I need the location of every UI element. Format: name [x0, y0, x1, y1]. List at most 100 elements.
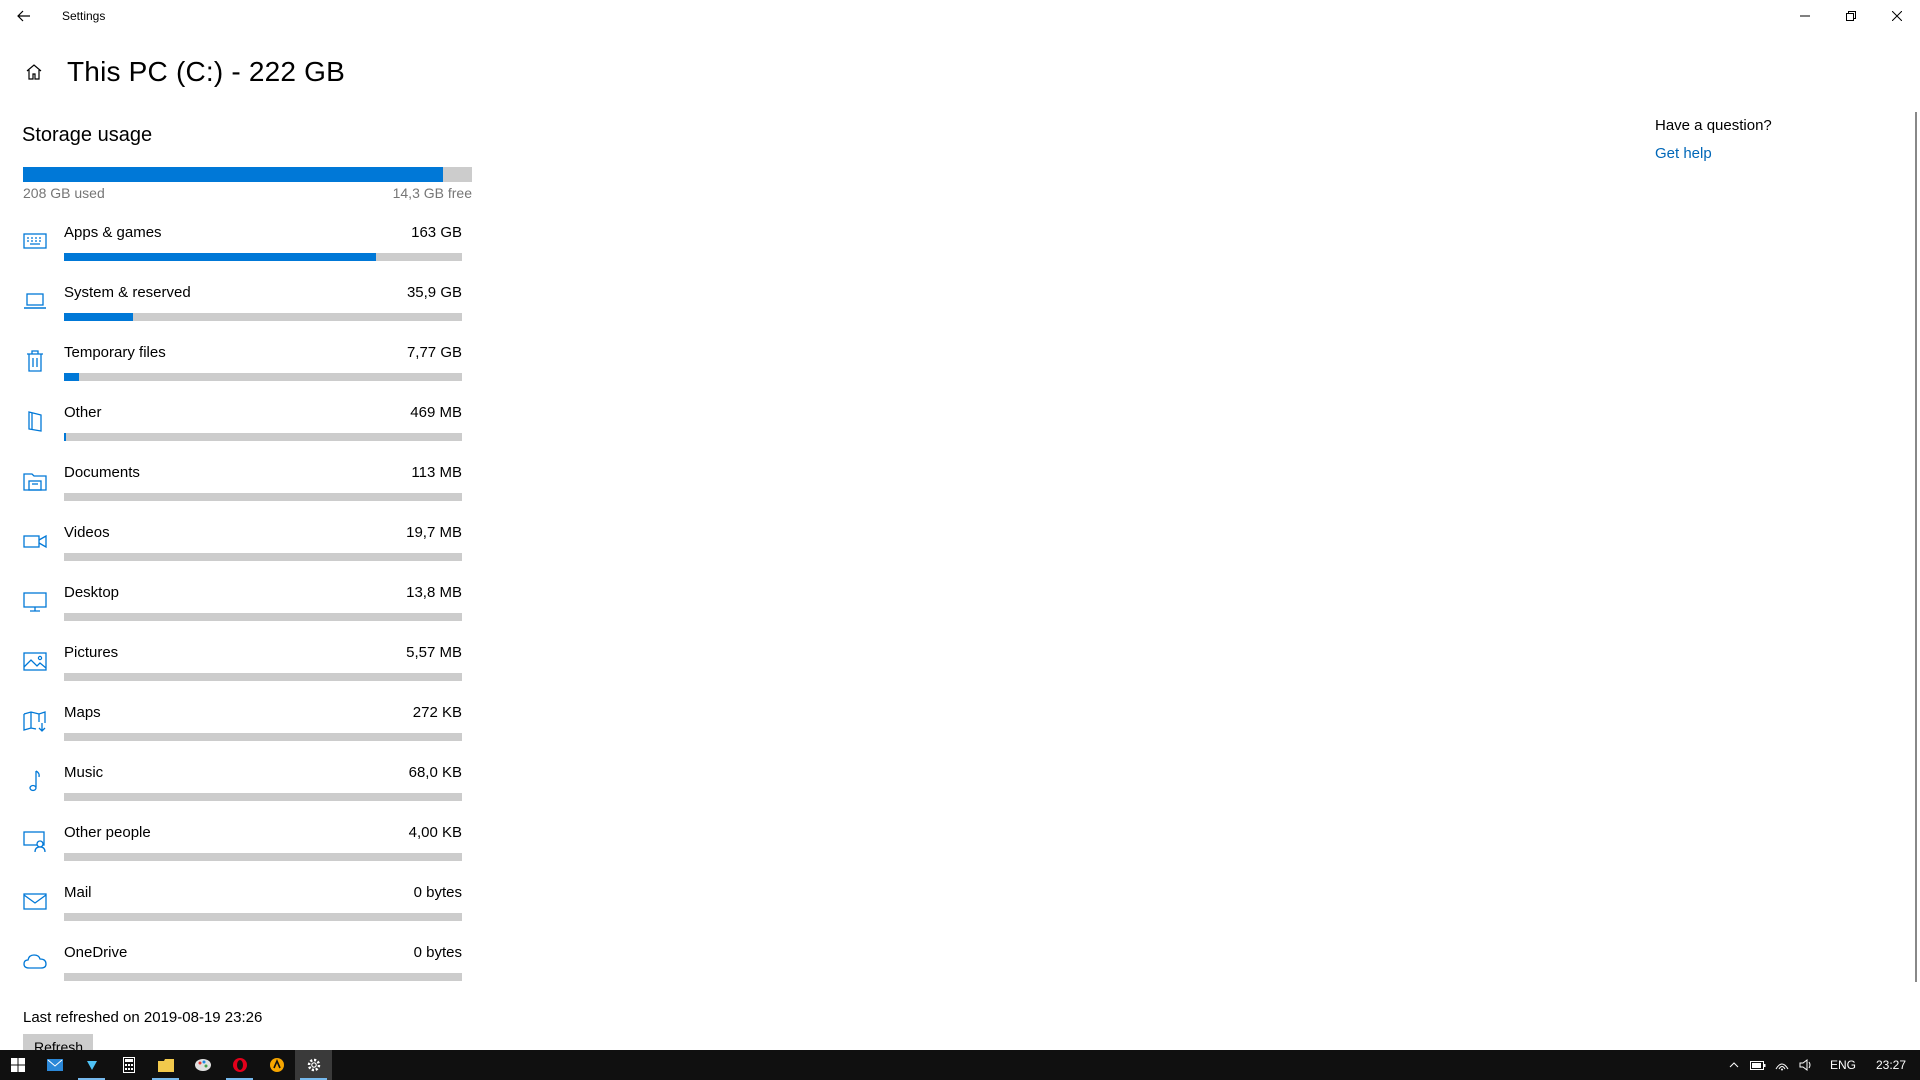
storage-category-item[interactable]: Temporary files 7,77 GB: [0, 340, 480, 400]
storage-category-item[interactable]: Videos 19,7 MB: [0, 520, 480, 580]
category-size: 469 MB: [410, 404, 462, 421]
other-people-icon: [22, 828, 48, 854]
storage-category-item[interactable]: Desktop 13,8 MB: [0, 580, 480, 640]
minimize-button[interactable]: [1782, 0, 1828, 32]
category-size: 68,0 KB: [408, 764, 462, 781]
title-bar: Settings: [0, 0, 1920, 32]
folder-icon: [157, 1058, 174, 1072]
music-note-icon: [22, 768, 48, 794]
category-usage-bar: [64, 973, 462, 981]
last-refreshed-text: Last refreshed on 2019-08-19 23:26: [23, 1009, 263, 1026]
category-usage-bar: [64, 253, 462, 261]
category-usage-bar: [64, 733, 462, 741]
back-arrow-icon: [17, 10, 30, 22]
storage-category-item[interactable]: Other 469 MB: [0, 400, 480, 460]
taskbar-app-calculator[interactable]: [110, 1050, 147, 1080]
total-usage-bar: [23, 167, 472, 182]
close-button[interactable]: [1874, 0, 1920, 32]
app-title: Settings: [62, 9, 106, 23]
category-list: Apps & games 163 GB System & reserved 35,9 …: [0, 220, 480, 1000]
taskbar-app-file-explorer[interactable]: [147, 1050, 184, 1080]
language-indicator[interactable]: ENG: [1818, 1058, 1868, 1072]
battery-button[interactable]: [1746, 1050, 1770, 1080]
minimize-icon: [1800, 15, 1810, 17]
storage-category-item[interactable]: System & reserved 35,9 GB: [0, 280, 480, 340]
category-size: 0 bytes: [413, 944, 462, 961]
total-usage-fill: [23, 167, 444, 182]
category-usage-bar: [64, 493, 462, 501]
storage-category-item[interactable]: Pictures 5,57 MB: [0, 640, 480, 700]
home-icon: [26, 64, 42, 80]
restore-icon: [1846, 11, 1856, 21]
category-usage-bar: [64, 793, 462, 801]
scrollbar[interactable]: [1915, 112, 1917, 982]
show-hidden-icons-button[interactable]: [1722, 1050, 1746, 1080]
system-tray: ENG 23:27: [1722, 1050, 1920, 1080]
category-usage-bar: [64, 553, 462, 561]
trash-icon: [22, 348, 48, 374]
network-button[interactable]: [1770, 1050, 1794, 1080]
folder-other-icon: [22, 408, 48, 434]
calculator-icon: [122, 1057, 135, 1073]
get-help-link[interactable]: Get help: [1655, 145, 1712, 162]
storage-category-item[interactable]: OneDrive 0 bytes: [0, 940, 480, 1000]
storage-category-item[interactable]: Documents 113 MB: [0, 460, 480, 520]
laptop-icon: [22, 288, 48, 314]
cloud-icon: [22, 948, 48, 974]
back-button[interactable]: [0, 0, 48, 32]
documents-icon: [22, 468, 48, 494]
taskbar: ENG 23:27: [0, 1050, 1920, 1080]
speaker-icon: [1799, 1059, 1811, 1071]
windows-logo-icon: [11, 1058, 25, 1072]
category-usage-bar: [64, 613, 462, 621]
window-controls: [1782, 0, 1920, 32]
taskbar-app-avast[interactable]: [258, 1050, 295, 1080]
storage-usage-title: Storage usage: [22, 124, 153, 146]
storage-category-item[interactable]: Music 68,0 KB: [0, 760, 480, 820]
category-usage-bar: [64, 673, 462, 681]
mail-icon: [22, 888, 48, 914]
help-question: Have a question?: [1655, 117, 1772, 134]
close-icon: [1892, 11, 1902, 21]
taskbar-app-opera[interactable]: [221, 1050, 258, 1080]
category-usage-bar: [64, 913, 462, 921]
storage-category-item[interactable]: Other people 4,00 KB: [0, 820, 480, 880]
wifi-icon: [1775, 1063, 1789, 1071]
video-camera-icon: [22, 528, 48, 554]
avast-icon: [269, 1058, 284, 1072]
category-size: 7,77 GB: [406, 344, 462, 361]
category-size: 272 KB: [412, 704, 462, 721]
storage-category-item[interactable]: Apps & games 163 GB: [0, 220, 480, 280]
battery-icon: [1749, 1060, 1766, 1070]
category-size: 0 bytes: [413, 884, 462, 901]
volume-button[interactable]: [1794, 1050, 1818, 1080]
taskbar-app-mail[interactable]: [36, 1050, 73, 1080]
category-usage-bar: [64, 433, 462, 441]
keyboard-icon: [22, 228, 48, 254]
category-size: 35,9 GB: [406, 284, 462, 301]
taskbar-app-arrow[interactable]: [73, 1050, 110, 1080]
category-size: 19,7 MB: [406, 524, 462, 541]
chevron-up-icon: [1729, 1062, 1739, 1068]
page-header: This PC (C:) - 222 GB: [22, 56, 345, 88]
clock[interactable]: 23:27: [1868, 1058, 1920, 1072]
storage-category-item[interactable]: Mail 0 bytes: [0, 880, 480, 940]
mail-app-icon: [46, 1059, 63, 1071]
taskbar-app-paint[interactable]: [184, 1050, 221, 1080]
storage-category-item[interactable]: Maps 272 KB: [0, 700, 480, 760]
paint-icon: [194, 1059, 211, 1071]
home-button[interactable]: [22, 60, 46, 84]
category-size: 5,57 MB: [406, 644, 462, 661]
category-usage-fill: [64, 373, 79, 381]
app-arrow-icon: [86, 1061, 97, 1070]
category-usage-bar: [64, 373, 462, 381]
page-title: This PC (C:) - 222 GB: [67, 56, 346, 87]
map-icon: [22, 708, 48, 734]
taskbar-app-settings[interactable]: [295, 1050, 332, 1080]
start-button[interactable]: [0, 1050, 36, 1080]
restore-button[interactable]: [1828, 0, 1874, 32]
picture-icon: [22, 648, 48, 674]
monitor-icon: [22, 588, 48, 614]
refresh-button[interactable]: Refresh: [23, 1034, 93, 1050]
category-size: 13,8 MB: [406, 584, 462, 601]
